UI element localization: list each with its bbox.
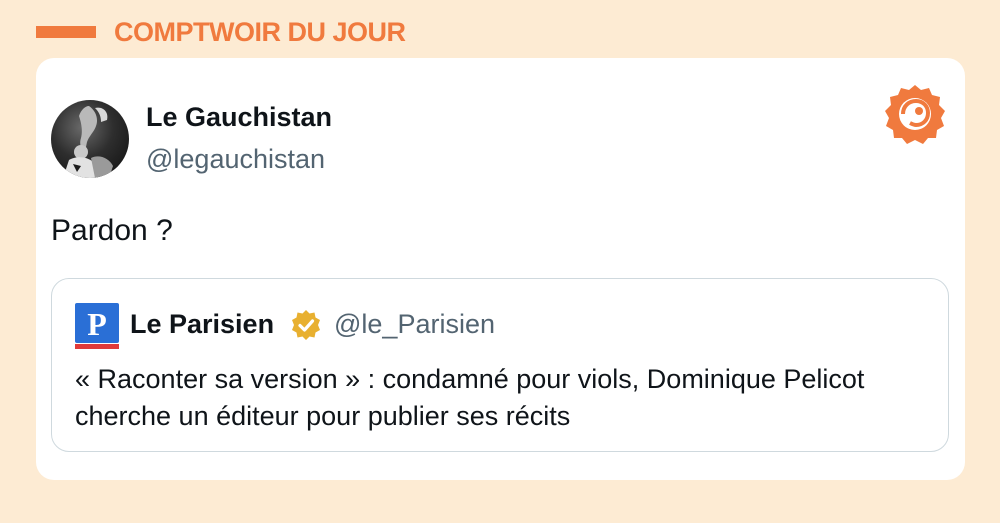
quoted-author-handle[interactable]: @le_Parisien — [334, 309, 495, 340]
le-parisien-logo-icon: P — [75, 303, 119, 349]
header-accent-bar — [36, 26, 96, 38]
tweet-text: Pardon ? — [51, 214, 173, 247]
parisien-logo-letter: P — [87, 306, 107, 342]
section-title: COMPTWOIR DU JOUR — [114, 16, 406, 47]
author-name[interactable]: Le Gauchistan — [146, 102, 332, 133]
quoted-tweet-text: « Raconter sa version » : condamné pour … — [75, 364, 865, 431]
author-avatar[interactable] — [51, 100, 129, 178]
verified-badge-icon — [290, 309, 322, 341]
brand-logo-icon — [883, 82, 947, 146]
tweet-card: Le Gauchistan @legauchistan Pardon ? P L… — [36, 58, 965, 480]
section-header: COMPTWOIR DU JOUR — [36, 12, 406, 52]
avatar-photo-graphic — [63, 106, 113, 178]
quoted-tweet[interactable]: P Le Parisien @le_Parisien « Raconter sa… — [51, 278, 949, 452]
author-handle[interactable]: @legauchistan — [146, 144, 325, 175]
quoted-author-name[interactable]: Le Parisien — [130, 309, 274, 340]
